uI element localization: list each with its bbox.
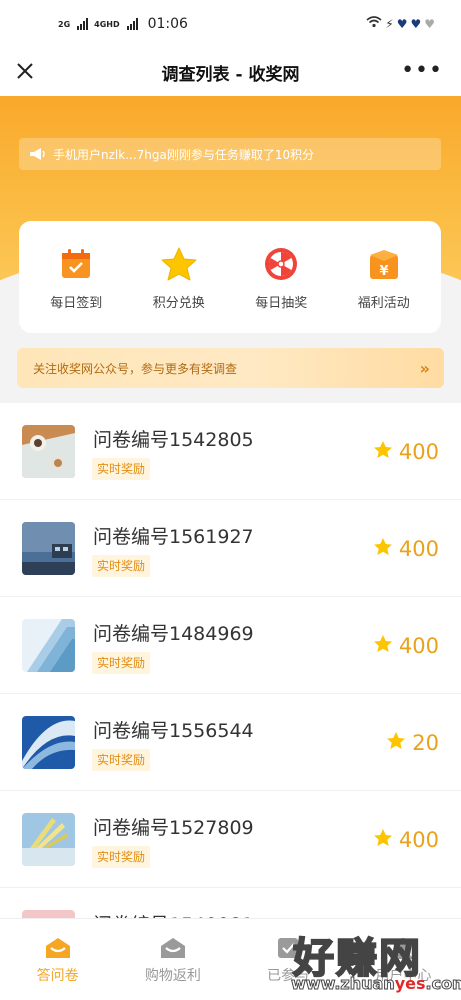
survey-thumbnail <box>22 425 75 478</box>
points: 20 <box>386 731 439 755</box>
heart-icon: ♥ <box>396 16 408 31</box>
more-icon[interactable]: ••• <box>401 58 443 83</box>
double-chevron-right-icon: » <box>419 358 430 378</box>
survey-thumbnail <box>22 522 75 575</box>
points-value: 400 <box>398 440 439 464</box>
signal-icon-2 <box>126 18 138 30</box>
points: 400 <box>373 828 439 852</box>
points: 400 <box>373 537 439 561</box>
status-left: 2G 4GHD 01:06 <box>58 16 188 32</box>
clock-time: 01:06 <box>147 16 188 32</box>
status-right: ⚡ ♥ ♥ ♥ <box>366 16 435 31</box>
points-value: 400 <box>398 537 439 561</box>
watermark-url: www.zhuanyes.com <box>291 974 461 994</box>
reward-tag: 实时奖励 <box>92 846 151 868</box>
grid-label-checkin: 每日签到 <box>50 295 103 311</box>
watermark-url-red: yes <box>394 974 426 993</box>
activity-notice: 手机用户nzlk...7hga刚刚参与任务赚取了10积分 <box>19 138 441 170</box>
wifi-icon <box>366 16 382 31</box>
survey-row[interactable]: 问卷编号1484969 实时奖励 400 <box>0 597 461 694</box>
tab-shopping-rebate[interactable]: 购物返利 <box>115 919 230 1000</box>
star-icon <box>373 537 393 561</box>
watermark-logo: 好赚网 www.zhuanyes.com <box>245 916 461 1000</box>
nav-bar: 调查列表 - 收奖网 ••• <box>0 50 461 96</box>
survey-list: 问卷编号1542805 实时奖励 400 问卷编号1561927 实时奖励 40… <box>0 403 461 963</box>
star-icon <box>373 828 393 852</box>
status-bar: 2G 4GHD 01:06 ⚡ ♥ ♥ ♥ <box>0 0 461 50</box>
points: 400 <box>373 440 439 464</box>
signal-icon <box>77 18 89 30</box>
calendar-check-icon <box>56 244 96 284</box>
survey-title: 问卷编号1542805 <box>93 429 254 451</box>
inbox-icon <box>44 935 72 961</box>
tab-label: 答问卷 <box>36 968 79 984</box>
heart-icon-3: ♥ <box>424 16 435 31</box>
survey-row[interactable]: 问卷编号1556544 实时奖励 20 <box>0 694 461 791</box>
grid-label-exchange: 积分兑换 <box>152 295 205 311</box>
survey-row[interactable]: 问卷编号1561927 实时奖励 400 <box>0 500 461 597</box>
reward-tag: 实时奖励 <box>92 555 151 577</box>
grid-label-lottery: 每日抽奖 <box>255 295 308 311</box>
survey-title: 问卷编号1484969 <box>93 623 254 645</box>
quick-access-card: 每日签到 积分兑换 每日抽奖 ¥ 福利活动 <box>19 221 441 333</box>
grid-label-welfare: 福利活动 <box>357 295 410 311</box>
survey-title: 问卷编号1556544 <box>93 720 254 742</box>
network-label-4g: 4GHD <box>94 19 120 29</box>
charging-icon: ⚡ <box>385 16 394 31</box>
tab-label: 购物返利 <box>144 968 201 984</box>
grid-item-exchange[interactable]: 积分兑换 <box>129 244 229 311</box>
reward-tag: 实时奖励 <box>92 749 151 771</box>
heart-icon-2: ♥ <box>410 16 422 31</box>
points-value: 400 <box>398 634 439 658</box>
survey-thumbnail <box>22 619 75 672</box>
grid-item-welfare[interactable]: ¥ 福利活动 <box>334 244 434 311</box>
survey-row[interactable]: 问卷编号1527809 实时奖励 400 <box>0 791 461 888</box>
follow-banner[interactable]: 关注收奖网公众号，参与更多有奖调查 » <box>17 348 444 388</box>
banner-text: 关注收奖网公众号，参与更多有奖调查 <box>33 361 238 376</box>
survey-thumbnail <box>22 813 75 866</box>
survey-thumbnail <box>22 716 75 769</box>
reward-tag: 实时奖励 <box>92 652 151 674</box>
shopping-icon <box>159 935 187 961</box>
lottery-wheel-icon <box>261 244 301 284</box>
watermark-url-post: .com <box>425 974 461 994</box>
network-label-2g: 2G <box>58 19 71 29</box>
grid-item-lottery[interactable]: 每日抽奖 <box>231 244 331 311</box>
star-icon <box>373 440 393 464</box>
star-icon <box>386 731 406 755</box>
points-value: 400 <box>398 828 439 852</box>
svg-text:¥: ¥ <box>379 264 388 279</box>
survey-title: 问卷编号1561927 <box>93 526 254 548</box>
reward-tag: 实时奖励 <box>92 458 151 480</box>
notice-text: 手机用户nzlk...7hga刚刚参与任务赚取了10积分 <box>53 147 315 162</box>
grid-item-checkin[interactable]: 每日签到 <box>26 244 126 311</box>
red-envelope-icon: ¥ <box>364 244 404 284</box>
page-title: 调查列表 - 收奖网 <box>161 65 300 85</box>
star-icon <box>373 634 393 658</box>
survey-row[interactable]: 问卷编号1542805 实时奖励 400 <box>0 403 461 500</box>
star-icon <box>159 244 199 284</box>
points-value: 20 <box>412 731 439 755</box>
points: 400 <box>373 634 439 658</box>
megaphone-icon <box>29 147 47 161</box>
survey-title: 问卷编号1527809 <box>93 817 254 839</box>
tab-answer-surveys[interactable]: 答问卷 <box>0 919 115 1000</box>
watermark-url-pre: www.zhuan <box>291 974 396 994</box>
